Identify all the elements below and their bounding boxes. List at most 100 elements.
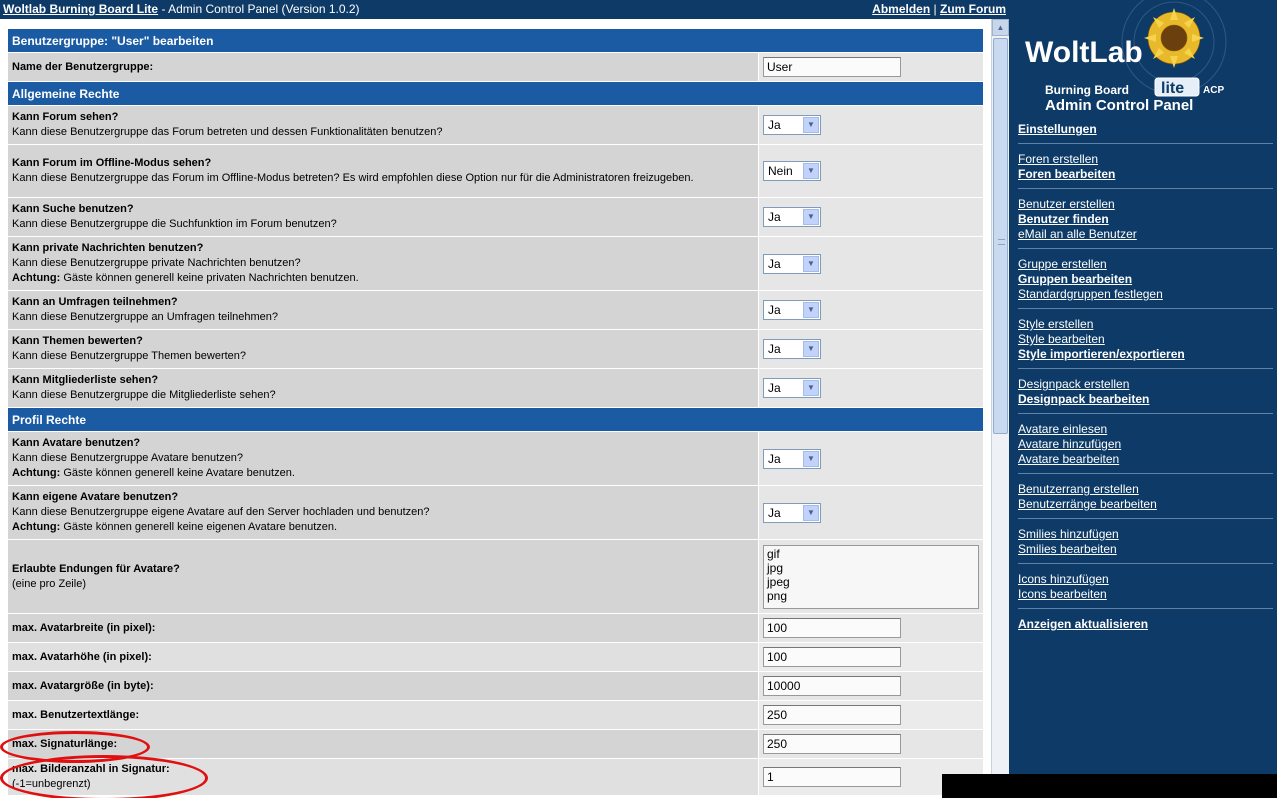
text-input[interactable]: 1 <box>763 767 901 787</box>
yes-no-select[interactable]: Ja ▼ <box>763 448 821 469</box>
permission-row: Kann private Nachrichten benutzen? Kann d… <box>7 236 984 291</box>
nav-link-style-importieren-exportieren[interactable]: Style importieren/exportieren <box>1018 347 1273 362</box>
permission-note: Gäste können generell keine privaten Nac… <box>60 272 359 284</box>
nav-link-smilies-hinzuf-gen[interactable]: Smilies hinzufügen <box>1018 527 1273 542</box>
nav-link-benutzerr-nge-bearbeiten[interactable]: Benutzerränge bearbeiten <box>1018 497 1273 512</box>
yes-no-select[interactable]: Ja ▼ <box>763 502 821 523</box>
chevron-down-icon[interactable]: ▼ <box>803 341 819 357</box>
nav-link-avatare-bearbeiten[interactable]: Avatare bearbeiten <box>1018 452 1273 467</box>
avatar-extensions-textarea[interactable]: gif jpg jpeg png <box>763 544 979 609</box>
chevron-down-icon[interactable]: ▼ <box>803 450 819 467</box>
form-title-header-text: Benutzergruppe: "User" bearbeiten <box>7 28 984 53</box>
nav-group: Benutzer erstellen Benutzer finden eMail a… <box>1018 197 1273 249</box>
permission-label-cell: Kann an Umfragen teilnehmen? Kann diese B… <box>7 290 759 330</box>
nav-link-einstellungen[interactable]: Einstellungen <box>1018 122 1273 137</box>
form-row-label: max. Benutzertextlänge: <box>12 708 140 721</box>
nav-link-avatare-einlesen[interactable]: Avatare einlesen <box>1018 422 1273 437</box>
scrollbar-thumb[interactable] <box>993 38 1008 434</box>
main-content-frame: Benutzergruppe: "User" bearbeiten Name de… <box>0 19 1009 798</box>
app-window: Woltlab Burning Board Lite - Admin Contr… <box>0 0 1277 798</box>
group-edit-form: Benutzergruppe: "User" bearbeiten Name de… <box>7 28 984 796</box>
nav-link-designpack-bearbeiten[interactable]: Designpack bearbeiten <box>1018 392 1273 407</box>
nav-link-smilies-bearbeiten[interactable]: Smilies bearbeiten <box>1018 542 1273 557</box>
form-row-control-cell: 250 <box>758 729 984 759</box>
permission-title: Kann Mitgliederliste sehen? <box>12 374 159 386</box>
text-input[interactable]: 10000 <box>763 676 901 696</box>
to-forum-link[interactable]: Zum Forum <box>940 2 1006 16</box>
text-input[interactable]: User <box>763 57 901 77</box>
permission-title: Kann eigene Avatare benutzen? <box>12 491 179 503</box>
app-name-link[interactable]: Woltlab Burning Board Lite <box>3 2 158 16</box>
permission-title: Kann Forum im Offline-Modus sehen? <box>12 157 212 169</box>
text-input[interactable]: 100 <box>763 618 901 638</box>
form-row-control-cell: 250 <box>758 700 984 730</box>
permission-label-cell: Kann private Nachrichten benutzen? Kann d… <box>7 236 759 291</box>
form-row-control-cell: 100 <box>758 613 984 643</box>
permission-row: Kann Themen bewerten? Kann diese Benutzer… <box>7 329 984 369</box>
nav-link-style-bearbeiten[interactable]: Style bearbeiten <box>1018 332 1273 347</box>
permission-description: Kann diese Benutzergruppe Themen bewerte… <box>12 350 247 362</box>
nav-link-email-an-alle-benutzer[interactable]: eMail an alle Benutzer <box>1018 227 1273 242</box>
title-bar: Woltlab Burning Board Lite - Admin Contr… <box>0 0 1009 19</box>
yes-no-select[interactable]: Ja ▼ <box>763 300 821 320</box>
permission-title: Kann Avatare benutzen? <box>12 437 141 449</box>
nav-link-designpack-erstellen[interactable]: Designpack erstellen <box>1018 377 1273 392</box>
nav-link-icons-bearbeiten[interactable]: Icons bearbeiten <box>1018 587 1273 602</box>
select-value: Ja <box>768 381 781 395</box>
black-overlay <box>942 774 1277 798</box>
form-row-label: max. Signaturlänge: <box>12 737 118 750</box>
chevron-down-icon[interactable]: ▼ <box>803 117 819 133</box>
chevron-down-icon[interactable]: ▼ <box>803 380 819 396</box>
nav-link-standardgruppen-festlegen[interactable]: Standardgruppen festlegen <box>1018 287 1273 302</box>
section-general-header-text: Allgemeine Rechte <box>7 81 984 106</box>
nav-group: Anzeigen aktualisieren <box>1018 617 1273 638</box>
nav-link-foren-erstellen[interactable]: Foren erstellen <box>1018 152 1273 167</box>
permission-title: Kann private Nachrichten benutzen? <box>12 242 204 254</box>
nav-link-icons-hinzuf-gen[interactable]: Icons hinzufügen <box>1018 572 1273 587</box>
form-row-label-cell: max. Signaturlänge: <box>7 729 759 759</box>
yes-no-select[interactable]: Ja ▼ <box>763 339 821 359</box>
nav-link-style-erstellen[interactable]: Style erstellen <box>1018 317 1273 332</box>
section-profile-header: Profil Rechte <box>7 407 984 432</box>
yes-no-select[interactable]: Nein ▼ <box>763 161 821 181</box>
permission-label-cell: Kann eigene Avatare benutzen? Kann diese … <box>7 485 759 540</box>
nav-link-avatare-hinzuf-gen[interactable]: Avatare hinzufügen <box>1018 437 1273 452</box>
chevron-down-icon[interactable]: ▼ <box>803 163 819 179</box>
yes-no-select[interactable]: Ja ▼ <box>763 253 821 274</box>
chevron-down-icon[interactable]: ▼ <box>803 209 819 225</box>
section-general-header: Allgemeine Rechte <box>7 81 984 106</box>
permission-row: Kann Suche benutzen? Kann diese Benutzerg… <box>7 197 984 237</box>
chevron-down-icon[interactable]: ▼ <box>803 302 819 318</box>
nav-link-benutzer-finden[interactable]: Benutzer finden <box>1018 212 1273 227</box>
permission-label-cell: Kann Themen bewerten? Kann diese Benutzer… <box>7 329 759 369</box>
chevron-down-icon[interactable]: ▼ <box>803 504 819 521</box>
nav-link-benutzerrang-erstellen[interactable]: Benutzerrang erstellen <box>1018 482 1273 497</box>
nav-link-gruppe-erstellen[interactable]: Gruppe erstellen <box>1018 257 1273 272</box>
yes-no-select[interactable]: Ja ▼ <box>763 207 821 227</box>
yes-no-select[interactable]: Ja ▼ <box>763 378 821 398</box>
nav-group: Einstellungen <box>1018 122 1273 144</box>
yes-no-select[interactable]: Ja ▼ <box>763 115 821 135</box>
text-input[interactable]: 250 <box>763 705 901 725</box>
scroll-up-arrow-icon[interactable]: ▲ <box>992 19 1009 36</box>
vertical-scrollbar[interactable]: ▲ <box>991 19 1009 798</box>
permission-note-label: Achtung: <box>12 272 61 284</box>
nav-group: Benutzerrang erstellen Benutzerränge bear… <box>1018 482 1273 519</box>
permission-control-cell: Ja ▼ <box>758 431 984 486</box>
permission-row: Kann Mitgliederliste sehen? Kann diese Be… <box>7 368 984 408</box>
chevron-down-icon[interactable]: ▼ <box>803 255 819 272</box>
logout-link[interactable]: Abmelden <box>872 2 930 16</box>
form-row-label-cell: max. Benutzertextlänge: <box>7 700 759 730</box>
nav-link-benutzer-erstellen[interactable]: Benutzer erstellen <box>1018 197 1273 212</box>
nav-link-foren-bearbeiten[interactable]: Foren bearbeiten <box>1018 167 1273 182</box>
text-input[interactable]: 250 <box>763 734 901 754</box>
select-value: Ja <box>768 451 781 466</box>
text-input[interactable]: 100 <box>763 647 901 667</box>
form-row-label: max. Bilderanzahl in Signatur: <box>12 763 170 775</box>
nav-link-gruppen-bearbeiten[interactable]: Gruppen bearbeiten <box>1018 272 1273 287</box>
permission-row: Kann Forum im Offline-Modus sehen? Kann d… <box>7 144 984 198</box>
nav-group: Smilies hinzufügen Smilies bearbeiten <box>1018 527 1273 564</box>
select-value: Ja <box>768 342 781 356</box>
permission-description: Kann diese Benutzergruppe das Forum im O… <box>12 172 694 184</box>
nav-link-anzeigen-aktualisieren[interactable]: Anzeigen aktualisieren <box>1018 617 1273 632</box>
